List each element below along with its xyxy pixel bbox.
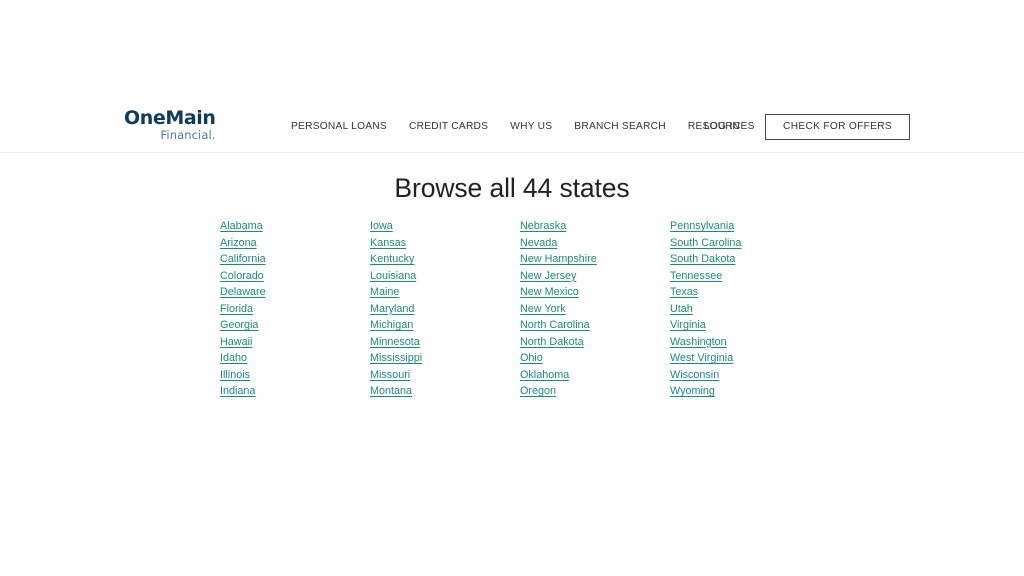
nav-item-personal-loans[interactable]: PERSONAL LOANS [291, 121, 387, 132]
state-link[interactable]: Tennessee [670, 268, 722, 285]
state-link[interactable]: Nevada [520, 235, 557, 252]
onemain-logo[interactable]: OneMain Financial. [124, 109, 216, 142]
state-link[interactable]: Hawaii [220, 334, 252, 351]
state-link[interactable]: Wyoming [670, 383, 715, 400]
state-link[interactable]: Maryland [370, 301, 414, 318]
state-link[interactable]: Virginia [670, 317, 706, 334]
state-link[interactable]: Illinois [220, 367, 250, 384]
state-link[interactable]: Iowa [370, 218, 393, 235]
state-link[interactable]: Montana [370, 383, 412, 400]
state-link[interactable]: Nebraska [520, 218, 566, 235]
state-list: Alabama Arizona California Colorado Delaware… [220, 218, 820, 400]
site-header: OneMain Financial. PERSONAL LOANS CREDIT… [0, 100, 1024, 153]
state-link[interactable]: Oklahoma [520, 367, 569, 384]
state-link[interactable]: North Carolina [520, 317, 590, 334]
state-link[interactable]: Louisiana [370, 268, 416, 285]
state-link[interactable]: Colorado [220, 268, 264, 285]
logo-wordmark: OneMain [124, 107, 216, 129]
state-link[interactable]: Idaho [220, 350, 247, 367]
state-link[interactable]: Indiana [220, 383, 255, 400]
state-link[interactable]: Arizona [220, 235, 257, 252]
state-link[interactable]: Mississippi [370, 350, 422, 367]
state-column-1: Alabama Arizona California Colorado Delaware… [220, 218, 370, 400]
state-link[interactable]: Texas [670, 284, 698, 301]
state-column-2: Iowa Kansas Kentucky Louisiana Maine Maryland… [370, 218, 520, 400]
page-root: OneMain Financial. PERSONAL LOANS CREDIT… [0, 0, 1024, 576]
state-link[interactable]: New Hampshire [520, 251, 597, 268]
state-link[interactable]: Kansas [370, 235, 406, 252]
state-link[interactable]: Georgia [220, 317, 258, 334]
primary-navigation: PERSONAL LOANS CREDIT CARDS WHY US BRANC… [291, 100, 755, 153]
nav-item-why-us[interactable]: WHY US [510, 121, 552, 132]
state-link[interactable]: Oregon [520, 383, 556, 400]
state-link[interactable]: Delaware [220, 284, 266, 301]
log-in-link[interactable]: LOG IN [704, 121, 740, 132]
state-link[interactable]: Minnesota [370, 334, 420, 351]
state-link[interactable]: Florida [220, 301, 253, 318]
page-title: Browse all 44 states [394, 173, 630, 203]
header-actions: LOG IN CHECK FOR OFFERS [704, 100, 910, 153]
state-link[interactable]: Missouri [370, 367, 410, 384]
state-link[interactable]: Kentucky [370, 251, 414, 268]
state-link[interactable]: South Carolina [670, 235, 741, 252]
state-link[interactable]: Utah [670, 301, 693, 318]
state-link[interactable]: California [220, 251, 266, 268]
state-link[interactable]: Washington [670, 334, 727, 351]
state-link[interactable]: Ohio [520, 350, 543, 367]
state-link[interactable]: South Dakota [670, 251, 735, 268]
state-column-3: Nebraska Nevada New Hampshire New Jersey New… [520, 218, 670, 400]
state-link[interactable]: New Jersey [520, 268, 576, 285]
nav-item-credit-cards[interactable]: CREDIT CARDS [409, 121, 488, 132]
state-link[interactable]: New York [520, 301, 566, 318]
logo-tagline: Financial. [160, 128, 216, 142]
state-link[interactable]: Michigan [370, 317, 413, 334]
main-content: Browse all 44 states Alabama Arizona Calif… [0, 153, 1024, 397]
state-link[interactable]: Alabama [220, 218, 263, 235]
state-link[interactable]: West Virginia [670, 350, 733, 367]
nav-item-branch-search[interactable]: BRANCH SEARCH [574, 121, 666, 132]
state-link[interactable]: North Dakota [520, 334, 584, 351]
state-link[interactable]: Pennsylvania [670, 218, 734, 235]
state-link[interactable]: New Mexico [520, 284, 579, 301]
check-for-offers-button[interactable]: CHECK FOR OFFERS [765, 113, 910, 140]
state-link[interactable]: Wisconsin [670, 367, 719, 384]
state-link[interactable]: Maine [370, 284, 399, 301]
state-column-4: Pennsylvania South Carolina South Dakota Te… [670, 218, 820, 400]
